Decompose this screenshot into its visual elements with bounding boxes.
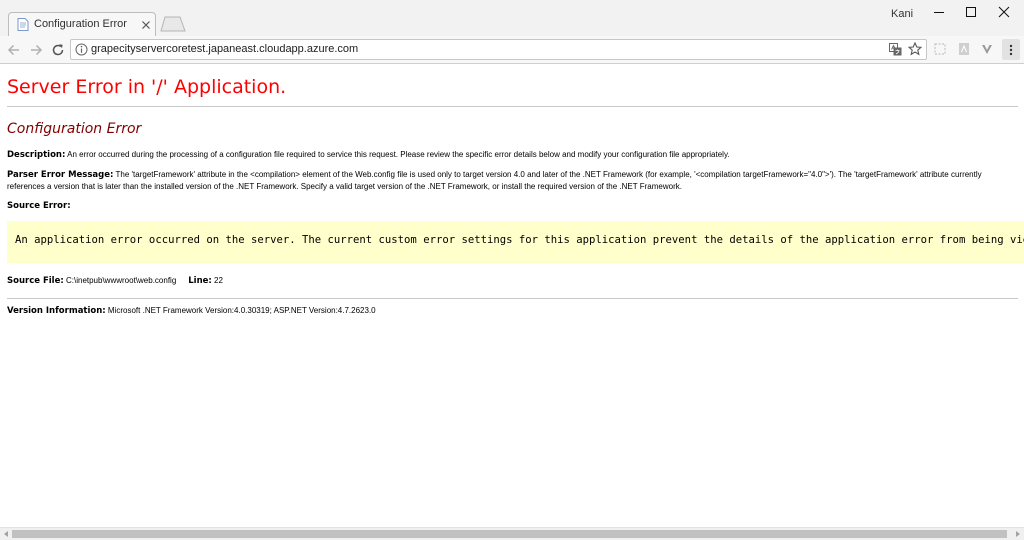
extension-screenshot-icon[interactable] xyxy=(933,42,947,56)
divider xyxy=(7,106,1018,107)
source-error-label: Source Error: xyxy=(7,201,71,211)
error-heading: Configuration Error xyxy=(7,121,142,137)
close-icon[interactable] xyxy=(141,20,151,30)
description-label: Description: xyxy=(7,150,66,160)
info-icon[interactable] xyxy=(75,43,88,56)
description-paragraph: Description: An error occurred during th… xyxy=(7,149,1017,161)
back-arrow-icon[interactable] xyxy=(7,43,21,57)
page-title: Server Error in '/' Application. xyxy=(7,76,287,98)
scroll-right-icon[interactable] xyxy=(1014,530,1022,538)
kebab-menu-icon xyxy=(1009,44,1013,56)
title-bar: Configuration Error Kani xyxy=(0,0,1024,36)
forward-arrow-icon[interactable] xyxy=(29,43,43,57)
new-tab-button[interactable] xyxy=(160,16,186,32)
profile-name[interactable]: Kani xyxy=(891,8,913,20)
scroll-left-icon[interactable] xyxy=(2,530,10,538)
page-content: Server Error in '/' Application. Configu… xyxy=(0,64,1024,527)
line-label: Line: xyxy=(188,276,212,286)
version-label: Version Information: xyxy=(7,306,106,316)
star-icon[interactable] xyxy=(908,42,922,56)
active-tab[interactable]: Configuration Error xyxy=(8,12,156,36)
scrollbar-thumb[interactable] xyxy=(12,530,1007,538)
browser-menu-button[interactable] xyxy=(1002,39,1020,60)
reload-icon[interactable] xyxy=(51,43,65,57)
source-file-value: C:\inetpub\wwwroot\web.config xyxy=(63,276,177,285)
horizontal-scrollbar[interactable] xyxy=(0,527,1024,540)
translate-icon[interactable] xyxy=(889,43,902,56)
url-text[interactable]: grapecityservercoretest.japaneast.clouda… xyxy=(91,43,358,55)
version-paragraph: Version Information: Microsoft .NET Fram… xyxy=(7,305,1017,317)
parser-error-label: Parser Error Message: xyxy=(7,170,114,180)
minimize-icon[interactable] xyxy=(933,6,945,18)
source-file-paragraph: Source File: C:\inetpub\wwwroot\web.conf… xyxy=(7,275,1017,287)
document-icon xyxy=(17,18,29,31)
source-error-code: An application error occurred on the ser… xyxy=(15,234,1024,246)
source-file-label: Source File: xyxy=(7,276,64,286)
browser-toolbar: grapecityservercoretest.japaneast.clouda… xyxy=(0,36,1024,64)
tab-title: Configuration Error xyxy=(34,18,127,30)
divider xyxy=(7,298,1018,299)
source-error-box: An application error occurred on the ser… xyxy=(7,221,1024,263)
version-value: Microsoft .NET Framework Version:4.0.303… xyxy=(105,306,376,315)
extension-pdf-icon[interactable] xyxy=(957,42,971,56)
parser-error-text: The 'targetFramework' attribute in the <… xyxy=(7,170,982,191)
description-text: An error occurred during the processing … xyxy=(65,150,730,159)
extension-vivaldi-icon[interactable] xyxy=(980,42,994,56)
window-close-icon[interactable] xyxy=(998,6,1010,18)
line-value: 22 xyxy=(211,276,223,285)
address-bar[interactable]: grapecityservercoretest.japaneast.clouda… xyxy=(70,39,927,60)
parser-error-paragraph: Parser Error Message: The 'targetFramewo… xyxy=(7,169,1017,192)
maximize-icon[interactable] xyxy=(965,6,977,18)
